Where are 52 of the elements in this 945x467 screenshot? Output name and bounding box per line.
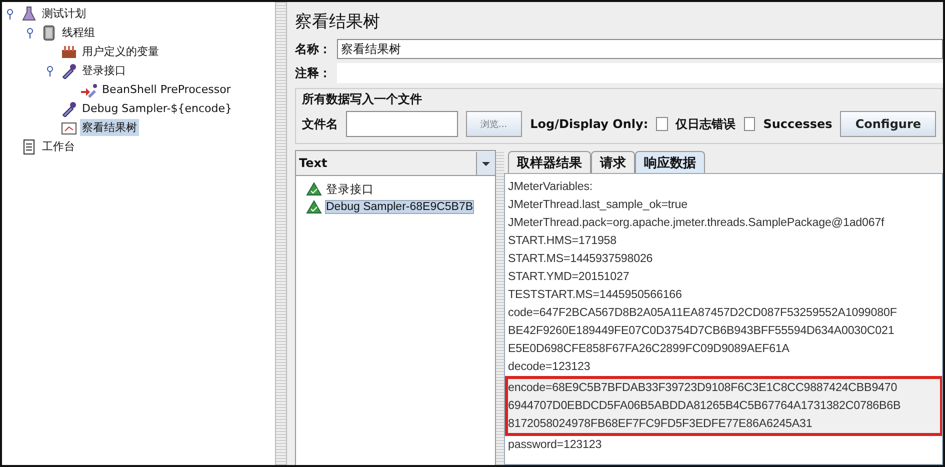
comment-field[interactable] bbox=[337, 63, 943, 83]
pipette-icon bbox=[61, 100, 77, 116]
field-label: 注释： bbox=[295, 64, 331, 82]
response-line: code=647F2BCA567D8B2A05A11EA87457D2CD087F53259552A1099080F bbox=[508, 305, 898, 321]
tab[interactable]: 取样器结果 bbox=[508, 151, 591, 173]
success-icon bbox=[306, 200, 322, 214]
tree-item[interactable]: 工作台 bbox=[40, 138, 77, 155]
pipette-icon bbox=[61, 62, 77, 78]
flask-icon bbox=[21, 6, 37, 22]
pipette-arrow-icon bbox=[81, 82, 97, 98]
response-line: BE42F9260E189449FE07C0D3754D7CB6B943BFF55594D634A0030C021 bbox=[508, 323, 896, 339]
response-line: JMeterThread.pack=org.apache.jmeter.threads.SamplePackage@1ad067f bbox=[508, 215, 886, 231]
renderer-dropdown[interactable]: Text bbox=[296, 151, 495, 176]
success-icon bbox=[306, 182, 322, 196]
response-line: START.HMS=171958 bbox=[508, 233, 618, 249]
tree-item[interactable]: 察看结果树 bbox=[80, 119, 139, 136]
sample-item[interactable]: 登录接口 bbox=[325, 180, 375, 198]
response-line: decode=123123 bbox=[508, 359, 592, 375]
group-legend: 所有数据写入一个文件 bbox=[302, 91, 936, 109]
toolbox-icon bbox=[61, 44, 77, 60]
checkbox-label: 仅日志错误 bbox=[676, 116, 736, 132]
tab[interactable]: 响应数据 bbox=[635, 151, 705, 173]
response-line: JMeterVariables: bbox=[508, 179, 594, 195]
sample-item[interactable]: Debug Sampler-68E9C5B7B bbox=[325, 200, 474, 214]
response-line: E5E0D698CFE858F67FA26C2899FC09D9089AEF61A bbox=[508, 341, 790, 357]
dropdown-caret-icon[interactable] bbox=[476, 152, 495, 174]
tree-item[interactable]: 登录接口 bbox=[80, 62, 128, 79]
checkbox[interactable] bbox=[656, 117, 668, 131]
browse-button[interactable]: 浏览... bbox=[466, 111, 522, 137]
tree-item[interactable]: 用户定义的变量 bbox=[80, 43, 161, 60]
clipboard-icon bbox=[21, 138, 37, 154]
checkbox[interactable] bbox=[744, 117, 756, 131]
tree-item[interactable]: 线程组 bbox=[60, 24, 97, 41]
tree-item[interactable]: 测试计划 bbox=[40, 5, 88, 22]
name-field[interactable]: 察看结果树 bbox=[337, 39, 943, 59]
tree-item[interactable]: Debug Sampler-${encode} bbox=[80, 101, 234, 116]
tree-item[interactable]: BeanShell PreProcessor bbox=[100, 82, 233, 97]
response-line: START.MS=1445937598026 bbox=[508, 251, 654, 267]
response-line: TESTSTART.MS=1445950566166 bbox=[508, 287, 683, 303]
log-display-label: Log/Display Only: bbox=[530, 117, 648, 131]
spool-icon bbox=[41, 24, 57, 40]
response-line: JMeterThread.last_sample_ok=true bbox=[508, 197, 688, 213]
response-line: START.YMD=20151027 bbox=[508, 269, 630, 285]
tab[interactable]: 请求 bbox=[591, 151, 635, 173]
file-name-field[interactable] bbox=[346, 111, 458, 137]
response-line: password=123123 bbox=[508, 437, 603, 453]
field-label: 名称： bbox=[295, 40, 331, 58]
configure-button[interactable]: Configure bbox=[840, 111, 936, 137]
checkbox-label: Successes bbox=[763, 117, 832, 131]
gauge-icon bbox=[61, 120, 77, 136]
panel-title: 察看结果树 bbox=[295, 10, 381, 34]
field-label: 文件名 bbox=[302, 116, 338, 132]
